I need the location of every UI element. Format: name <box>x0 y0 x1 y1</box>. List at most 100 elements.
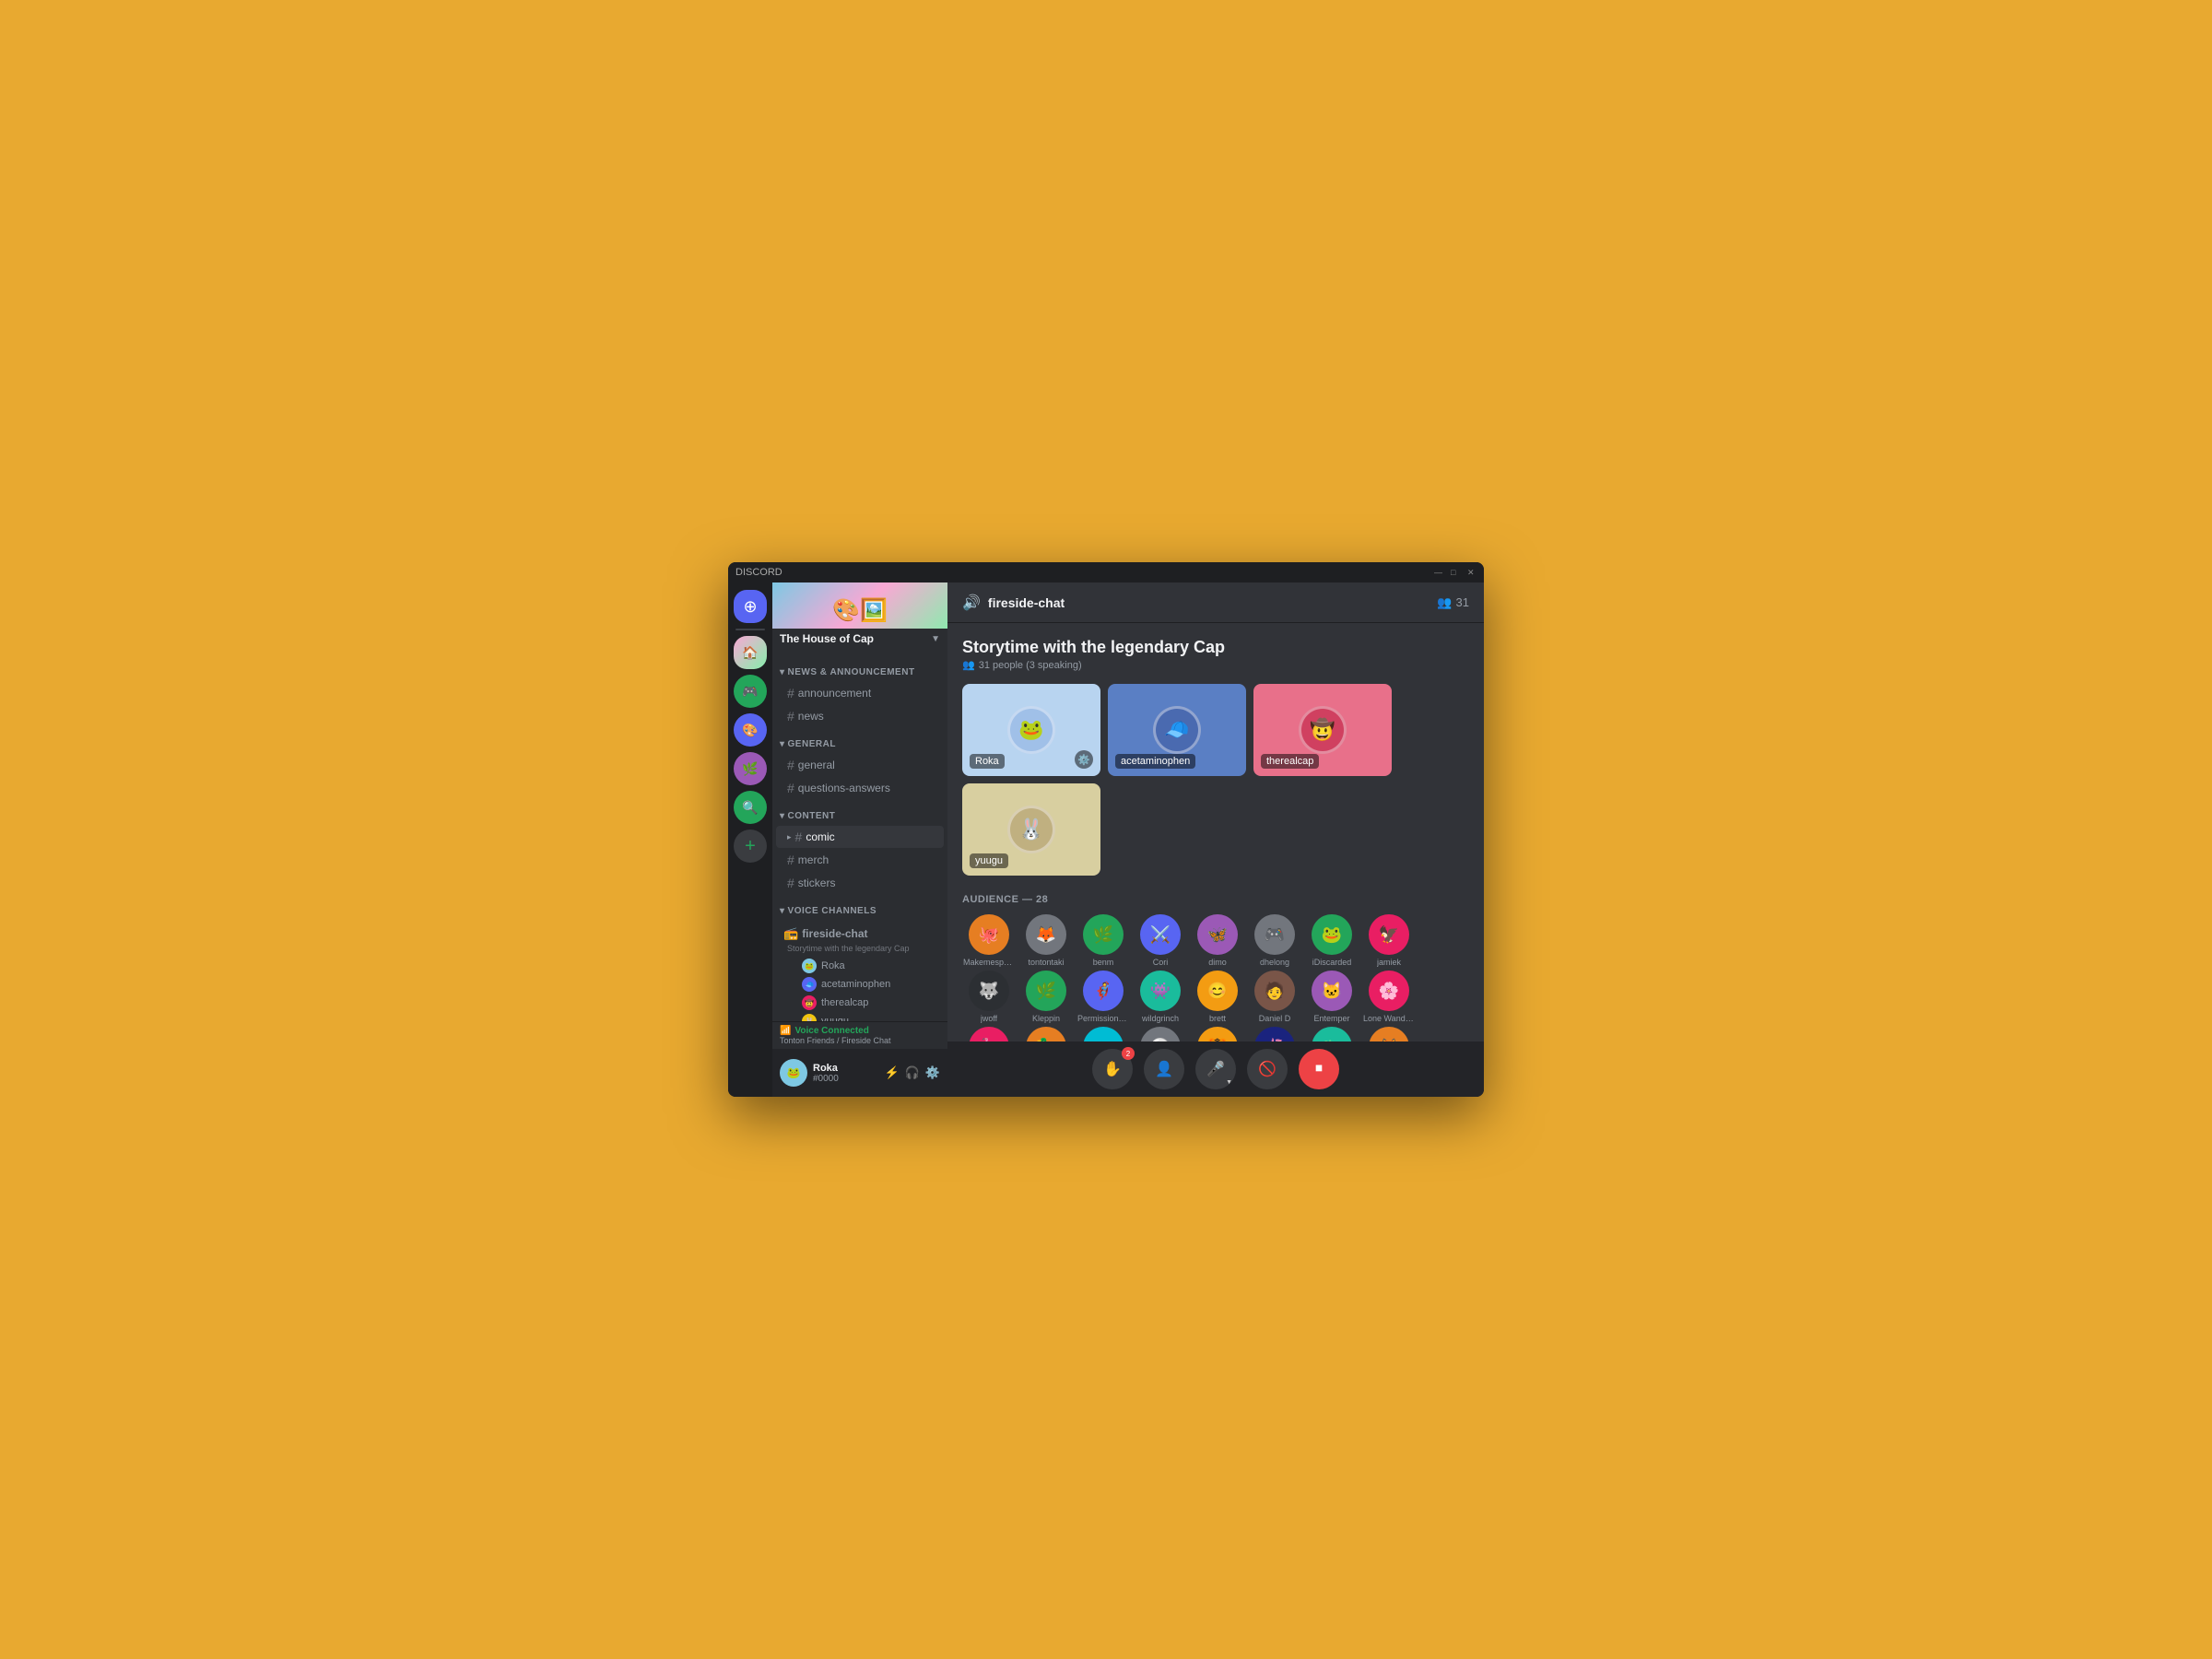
boost-icon[interactable]: ⚡ <box>884 1065 899 1080</box>
channel-name: announcement <box>798 687 871 700</box>
channel-general[interactable]: # general <box>776 754 944 776</box>
server-icon-2[interactable]: 🎮 <box>734 675 767 708</box>
audience-member-entemper[interactable]: 🐱Entemper <box>1305 971 1359 1023</box>
headset-icon[interactable]: 🎧 <box>905 1065 920 1080</box>
audience-member-dimo[interactable]: 🦋dimo <box>1191 914 1244 967</box>
audience-member-permission-man[interactable]: 🦸Permission Man <box>1077 971 1130 1023</box>
audience-member-xtopher[interactable]: ⚪xtopher <box>1134 1027 1187 1041</box>
server-icon-discord[interactable]: ⊕ <box>734 590 767 623</box>
people-icon: 👥 <box>1437 595 1452 610</box>
footer-tag: #0000 <box>813 1074 878 1084</box>
channel-stickers[interactable]: # stickers <box>776 872 944 894</box>
category-collapse-icon[interactable]: ▾ <box>780 811 785 821</box>
audience-member-jamiek[interactable]: 🦅jamiek <box>1362 914 1416 967</box>
audience-member-miketronic[interactable]: 🦆Miketronic <box>1019 1027 1073 1041</box>
footer-icons: ⚡ 🎧 ⚙️ <box>884 1065 940 1080</box>
audience-name: jwoff <box>981 1014 997 1023</box>
restore-button[interactable]: □ <box>1451 568 1460 577</box>
speaker-name: acetaminophen <box>821 979 890 990</box>
voice-channel-item[interactable]: 📻 fireside-chat <box>783 924 940 944</box>
remove-speaker-button[interactable]: 🚫 <box>1247 1049 1288 1089</box>
speaker-avatar-therealcap: 🤠 <box>1299 706 1347 754</box>
speaker-avatar: 🐸 <box>802 959 817 973</box>
audience-member-kleppin[interactable]: 🌿Kleppin <box>1019 971 1073 1023</box>
audience-member-makemespeakrr[interactable]: 🐙Makemespeakrr <box>962 914 1016 967</box>
channel-name: comic <box>806 830 834 843</box>
audience-avatar: 🌿 <box>1026 971 1066 1011</box>
audience-member-bench[interactable]: 🦑Bench <box>1248 1027 1301 1041</box>
audience-member-abfuscate[interactable]: 🐯abfuscate <box>1191 1027 1244 1041</box>
hash-icon: # <box>787 686 794 700</box>
settings-icon[interactable]: ⚙️ <box>925 1065 940 1080</box>
stage-controls: ✋ 2 👤 🎤 ▼ 🚫 ⏹ <box>947 1041 1484 1097</box>
audience-member-casual-gamer[interactable]: 🐲casual gamer <box>1305 1027 1359 1041</box>
channel-news[interactable]: # news <box>776 705 944 727</box>
audience-header: AUDIENCE — 28 <box>962 894 1469 905</box>
audience-avatar: 😊 <box>1197 971 1238 1011</box>
main-content: 🔊 fireside-chat 👥 31 Storytime with the … <box>947 582 1484 1097</box>
channel-merch[interactable]: # merch <box>776 849 944 871</box>
channel-announcement[interactable]: # announcement <box>776 682 944 704</box>
audience-grid: 🐙Makemespeakrr🦊tontontaki🌿benm⚔️Cori🦋dim… <box>962 914 1469 1041</box>
close-button[interactable]: ✕ <box>1467 568 1477 577</box>
hash-icon: # <box>787 781 794 795</box>
category-label: NEWS & ANNOUNCEMENT <box>788 667 915 677</box>
search-server-icon[interactable]: 🔍 <box>734 791 767 824</box>
voice-speaker-acetaminophen[interactable]: 🧢 acetaminophen <box>783 975 940 994</box>
speaker-card-therealcap[interactable]: 🤠 therealcap <box>1253 684 1392 776</box>
audience-member-cori[interactable]: ⚔️Cori <box>1134 914 1187 967</box>
leave-stage-button[interactable]: ⏹ <box>1299 1049 1339 1089</box>
audience-member-jib[interactable]: 🐟Jib <box>1077 1027 1130 1041</box>
invite-speaker-button[interactable]: 👤 <box>1144 1049 1184 1089</box>
user-avatar: 🐸 <box>780 1059 807 1087</box>
audience-member-ibuprofen[interactable]: 🦊ibuprofen <box>1362 1027 1416 1041</box>
speaker-card-acetaminophen[interactable]: 🧢 acetaminophen <box>1108 684 1246 776</box>
titlebar: DISCORD — □ ✕ <box>728 562 1484 582</box>
add-server-icon[interactable]: + <box>734 830 767 863</box>
voice-connected-bar: 📶 Voice Connected Tonton Friends / Fires… <box>772 1021 947 1049</box>
speaker-card-roka[interactable]: 🐸 Roka ⚙️ <box>962 684 1100 776</box>
server-header[interactable]: 🎨🖼️ The House of Cap ▼ <box>772 582 947 649</box>
server-icon-1[interactable]: 🏠 <box>734 636 767 669</box>
server-icon-3[interactable]: 🎨 <box>734 713 767 747</box>
audience-avatar: 🐱 <box>1312 971 1352 1011</box>
voice-speaker-roka[interactable]: 🐸 Roka <box>783 957 940 975</box>
audience-member-jwoff[interactable]: 🐺jwoff <box>962 971 1016 1023</box>
category-collapse-icon[interactable]: ▾ <box>780 667 785 677</box>
voice-speaker-yuugu[interactable]: 🐰 yuugu <box>783 1012 940 1021</box>
server-dropdown-icon[interactable]: ▼ <box>931 634 940 644</box>
people-icon-small: 👥 <box>962 659 975 671</box>
server-name-bar: The House of Cap ▼ <box>772 629 947 649</box>
audience-member-meishu[interactable]: 🦩Meishu <box>962 1027 1016 1041</box>
audience-member-lone-wanderer[interactable]: 🌸Lone Wanderer <box>1362 971 1416 1023</box>
voice-connected-label: Voice Connected <box>794 1026 868 1036</box>
hash-icon: # <box>787 758 794 772</box>
voice-connected-title: 📶 Voice Connected <box>780 1026 940 1036</box>
audience-avatar: 🦑 <box>1254 1027 1295 1041</box>
audience-member-wildgrinch[interactable]: 👾wildgrinch <box>1134 971 1187 1023</box>
audience-member-dhelong[interactable]: 🎮dhelong <box>1248 914 1301 967</box>
audience-member-idiscarded[interactable]: 🐸iDiscarded <box>1305 914 1359 967</box>
minimize-button[interactable]: — <box>1434 568 1443 577</box>
audience-avatar: 🦆 <box>1026 1027 1066 1041</box>
audience-member-daniel-d[interactable]: 🧑Daniel D <box>1248 971 1301 1023</box>
channel-comic[interactable]: ▸ # comic <box>776 826 944 848</box>
audience-avatar: 🐲 <box>1312 1027 1352 1041</box>
server-icon-4[interactable]: 🌿 <box>734 752 767 785</box>
mic-button[interactable]: 🎤 ▼ <box>1195 1049 1236 1089</box>
voice-channel-name: fireside-chat <box>802 927 867 940</box>
speaker-card-yuugu[interactable]: 🐰 yuugu <box>962 783 1100 876</box>
remove-icon: 🚫 <box>1258 1060 1277 1078</box>
audience-name: Daniel D <box>1259 1014 1291 1023</box>
audience-member-tontontaki[interactable]: 🦊tontontaki <box>1019 914 1073 967</box>
speaker-name: Roka <box>821 960 845 971</box>
audience-member-brett[interactable]: 😊brett <box>1191 971 1244 1023</box>
audience-member-benm[interactable]: 🌿benm <box>1077 914 1130 967</box>
signal-icon: 📶 <box>780 1026 791 1036</box>
server-name: The House of Cap <box>780 632 874 645</box>
category-collapse-icon[interactable]: ▾ <box>780 739 785 749</box>
channel-questions[interactable]: # questions-answers <box>776 777 944 799</box>
category-collapse-icon[interactable]: ▾ <box>780 906 785 916</box>
hand-raise-button[interactable]: ✋ 2 <box>1092 1049 1133 1089</box>
voice-speaker-therealcap[interactable]: 🤠 therealcap <box>783 994 940 1012</box>
